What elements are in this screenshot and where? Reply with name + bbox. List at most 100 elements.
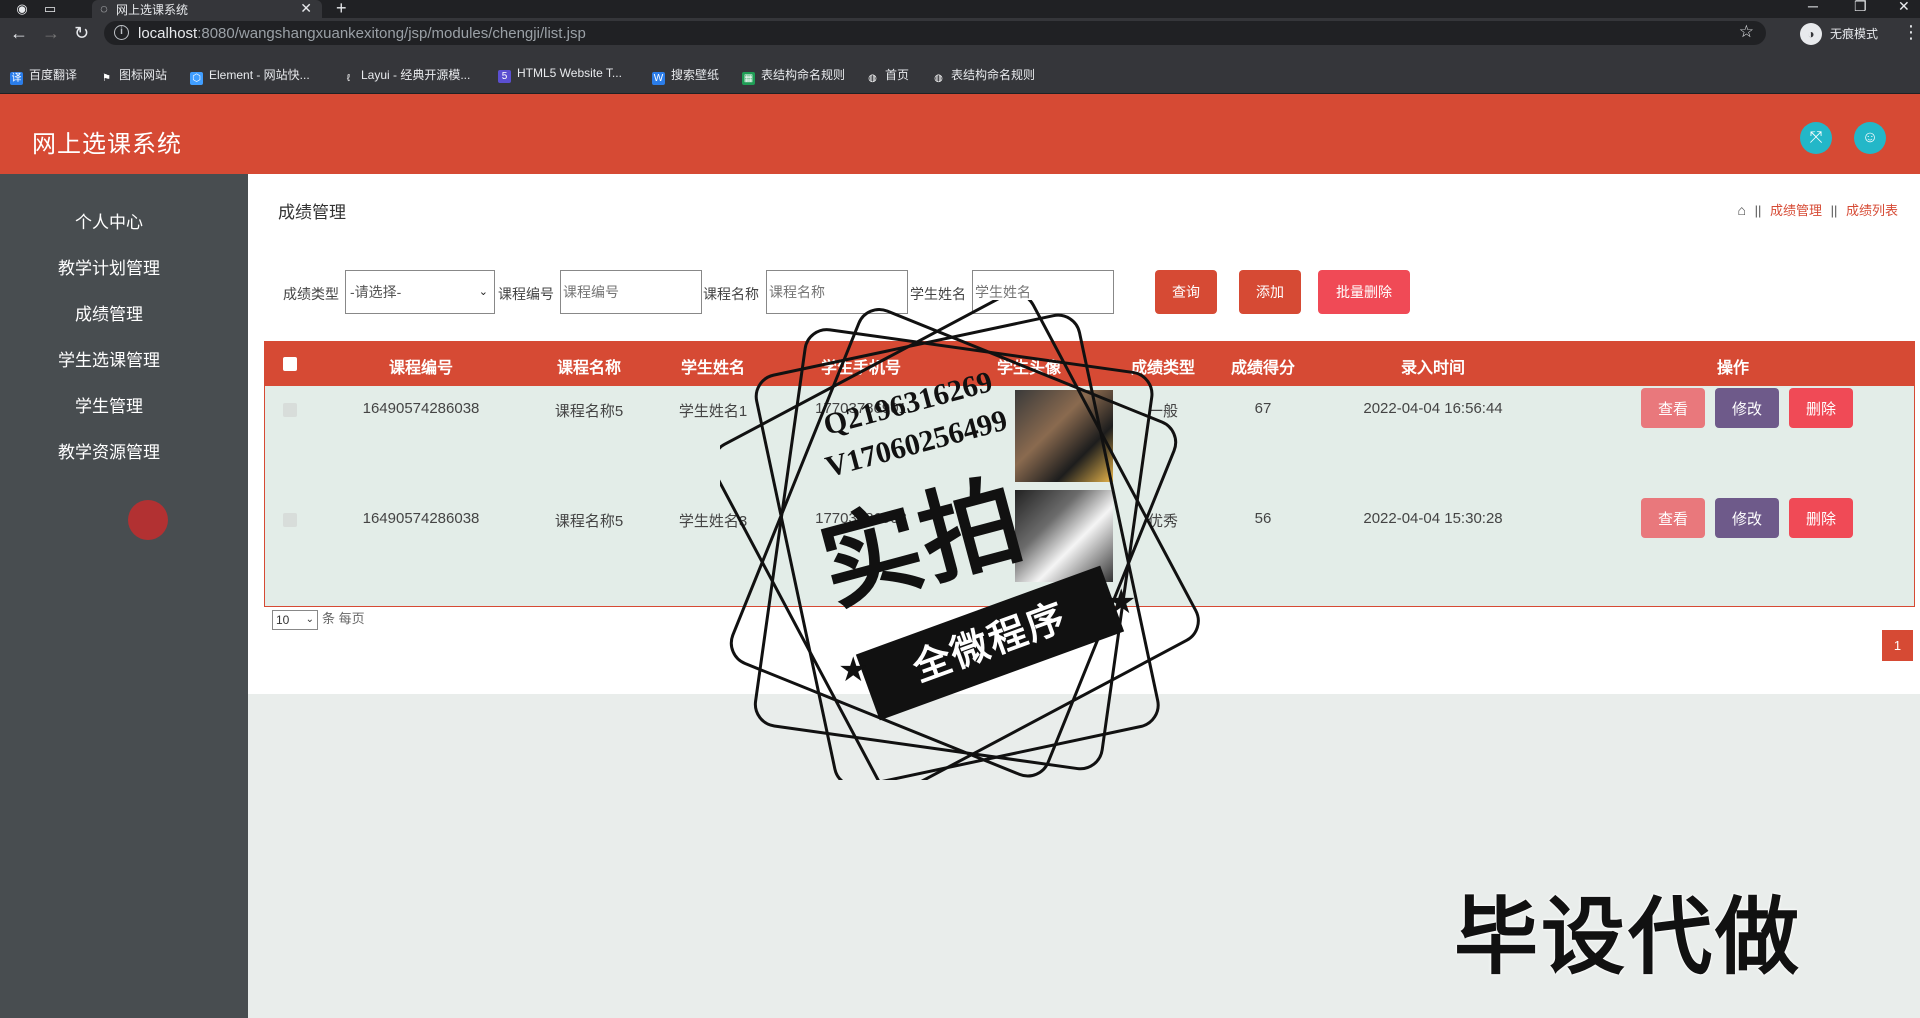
cursor-highlight [128, 500, 168, 540]
incognito-label[interactable]: 无痕模式 [1830, 25, 1878, 42]
delete-button[interactable]: 删除 [1789, 498, 1853, 538]
breadcrumb-item-grades[interactable]: 成绩管理 [1770, 203, 1822, 218]
address-toolbar: ← → ↻ i localhost:8080/wangshangxuankexi… [0, 18, 1920, 48]
url-text[interactable]: localhost:8080/wangshangxuankexitong/jsp… [138, 25, 586, 42]
globe-icon: ◍ [866, 72, 879, 85]
new-tab-icon[interactable]: + [336, 0, 347, 19]
sidebar-item-course-selection[interactable]: 学生选课管理 [0, 346, 218, 371]
window-icon[interactable]: ▭ [42, 1, 58, 17]
delete-button[interactable]: 删除 [1789, 388, 1853, 428]
page-size-select[interactable]: 10 ⌄ [272, 609, 318, 630]
sidebar-item-grades[interactable]: 成绩管理 [0, 300, 218, 325]
student-avatar-image[interactable] [1015, 390, 1113, 482]
bookmark-item[interactable]: 译百度翻译 [10, 66, 77, 85]
info-icon[interactable]: i [114, 25, 129, 40]
html5-icon: 5 [498, 70, 511, 83]
bookmark-item[interactable]: W 搜索壁纸 [652, 66, 719, 85]
bookmark-label: 百度翻译 [29, 68, 78, 82]
browser-tabbar: ◉ ▭ ◌ 网上选课系统 ✕ + ─ ❐ ✕ [0, 0, 1920, 18]
url-bar[interactable]: i localhost:8080/wangshangxuankexitong/j… [104, 21, 1766, 45]
restore-icon[interactable]: ❐ [1854, 0, 1867, 15]
back-icon[interactable]: ← [10, 23, 28, 44]
edit-button[interactable]: 修改 [1715, 498, 1779, 538]
translate-icon: 译 [10, 72, 23, 85]
app-title: 网上选课系统 [32, 131, 182, 158]
tab-title: 网上选课系统 [116, 3, 189, 17]
chevron-down-icon: ⌄ [305, 613, 314, 625]
browser-tab[interactable]: ◌ 网上选课系统 ✕ [92, 0, 322, 18]
minimize-icon[interactable]: ─ [1808, 0, 1818, 14]
star-icon: ★ [1106, 583, 1137, 621]
bookmark-item[interactable]: ℓ Layui - 经典开源模... [342, 66, 470, 85]
course-no-input[interactable] [560, 270, 702, 314]
batch-delete-button[interactable]: 批量删除 [1318, 270, 1410, 314]
bookmark-item[interactable]: ◍ 首页 [866, 66, 909, 85]
breadcrumb-item-grade-list[interactable]: 成绩列表 [1846, 203, 1898, 218]
sidebar-item-personal-center[interactable]: 个人中心 [0, 208, 218, 233]
loading-icon: ◌ [100, 1, 108, 16]
home-icon[interactable]: ⌂ [1737, 202, 1745, 218]
breadcrumb: ⌂ || 成绩管理 || 成绩列表 [1737, 202, 1898, 218]
cell-course-no: 16490574286038 [362, 510, 480, 527]
page-number-button[interactable]: 1 [1882, 630, 1913, 661]
table-header: 课程编号 课程名称 学生姓名 学生手机号 学生头像 成绩类型 成绩得分 录入时间… [265, 342, 1914, 386]
reload-icon[interactable]: ↻ [74, 23, 89, 44]
bookmark-item[interactable]: ⚑ 图标网站 [100, 66, 167, 85]
cell-score: 56 [1254, 510, 1272, 527]
chrome-icon[interactable]: ◉ [14, 1, 30, 17]
col-student-name: 学生姓名 [680, 360, 746, 377]
bookmark-star-icon[interactable]: ☆ [1739, 22, 1754, 42]
sidebar: 个人中心 教学计划管理 成绩管理 学生选课管理 学生管理 教学资源管理 [0, 174, 248, 1018]
view-button[interactable]: 查看 [1641, 498, 1705, 538]
col-course-name: 课程名称 [556, 360, 622, 377]
bookmark-item[interactable]: ◍ 表结构命名规则 [932, 66, 1035, 85]
user-icon[interactable]: ☺ [1854, 122, 1886, 154]
globe-icon: ◍ [932, 72, 945, 85]
row-checkbox[interactable] [283, 403, 297, 417]
watermark-corner-text: 毕设代做 [1454, 890, 1803, 984]
bookmark-item[interactable]: ▦ 表结构命名规则 [742, 66, 845, 85]
fullscreen-icon[interactable]: ⤧ [1800, 122, 1832, 154]
query-button[interactable]: 查询 [1155, 270, 1217, 314]
bookmark-label: Element - 网站快... [209, 68, 310, 82]
grades-table: 课程编号 课程名称 学生姓名 学生手机号 学生头像 成绩类型 成绩得分 录入时间… [264, 341, 1915, 607]
bookmark-label: 搜索壁纸 [671, 68, 720, 82]
app-header: 网上选课系统 ⤧ ☺ [0, 94, 1920, 174]
sidebar-item-teaching-plan[interactable]: 教学计划管理 [0, 254, 218, 279]
flag-icon: ⚑ [100, 72, 113, 85]
row-checkbox[interactable] [283, 513, 297, 527]
bookmark-label: 表结构命名规则 [951, 68, 1036, 82]
cell-course-no: 16490574286038 [362, 400, 480, 417]
page-title: 成绩管理 [278, 203, 346, 222]
student-name-label: 学生姓名 [910, 286, 966, 302]
course-name-input[interactable] [766, 270, 908, 314]
bookmark-item[interactable]: 5 HTML5 Website T... [498, 66, 622, 83]
bookmark-item[interactable]: ⬡ Element - 网站快... [190, 66, 310, 85]
col-phone: 学生手机号 [820, 360, 902, 377]
close-tab-icon[interactable]: ✕ [300, 0, 312, 17]
sidebar-item-teaching-resources[interactable]: 教学资源管理 [0, 438, 218, 463]
sidebar-item-students[interactable]: 学生管理 [0, 392, 218, 417]
menu-icon[interactable]: ⋮ [1902, 22, 1920, 43]
incognito-icon[interactable]: ◑ [1800, 23, 1822, 45]
cell-score-type: 优秀 [1147, 513, 1179, 530]
bookmark-label: 图标网站 [119, 68, 168, 82]
add-button[interactable]: 添加 [1239, 270, 1301, 314]
edit-button[interactable]: 修改 [1715, 388, 1779, 428]
page-size-control: 10 ⌄ 条 每页 [272, 608, 365, 630]
close-window-icon[interactable]: ✕ [1898, 0, 1910, 15]
cell-time: 2022-04-04 15:30:28 [1363, 510, 1503, 527]
student-name-input[interactable] [972, 270, 1114, 314]
table-row: 16490574286038 课程名称5 学生姓名1 17703786901 一… [265, 386, 1914, 486]
cell-score: 67 [1254, 400, 1272, 417]
star-icon: ★ [838, 651, 869, 689]
bookmark-label: 首页 [885, 68, 910, 82]
view-button[interactable]: 查看 [1641, 388, 1705, 428]
cell-course-name: 课程名称5 [554, 513, 624, 530]
course-name-label: 课程名称 [703, 286, 759, 302]
chevron-down-icon: ⌄ [478, 286, 488, 298]
forward-icon[interactable]: → [42, 23, 60, 44]
select-all-checkbox[interactable] [283, 357, 297, 371]
cell-score-type: 一般 [1147, 403, 1179, 420]
score-type-select[interactable]: -请选择- ⌄ [345, 270, 495, 314]
